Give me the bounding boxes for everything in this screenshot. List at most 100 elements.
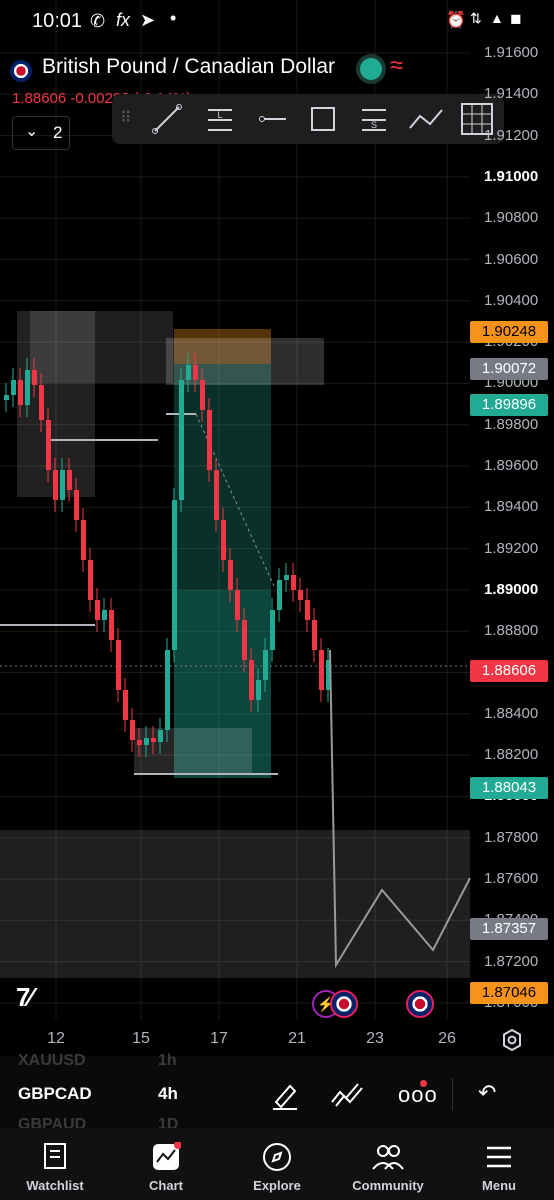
candle-body — [158, 730, 163, 742]
candle-body — [130, 720, 135, 740]
candle-body — [46, 420, 51, 470]
candle-body — [32, 370, 37, 385]
price-axis-label: 1.90800 — [484, 209, 539, 227]
horizontal-ray-icon[interactable] — [258, 104, 288, 134]
candle-body — [102, 610, 107, 620]
tradingview-logo[interactable]: 7⁄ — [16, 982, 33, 1013]
drag-handle-icon[interactable]: ⠿ — [120, 108, 132, 128]
time-axis-label: 12 — [47, 1030, 65, 1047]
candle-body — [123, 690, 128, 720]
candle-body — [319, 650, 324, 690]
compass-icon — [263, 1143, 291, 1171]
short-position-icon[interactable]: S — [358, 104, 390, 134]
time-axis-label: 23 — [366, 1030, 384, 1047]
chart-canvas[interactable] — [0, 0, 554, 1060]
time-axis-label: 17 — [210, 1030, 228, 1047]
drawing-toolbar[interactable]: ⠿ L S — [112, 94, 504, 144]
svg-text:L: L — [217, 110, 222, 120]
more-options-icon[interactable]: ooo — [398, 1082, 438, 1108]
candle-body — [109, 610, 114, 640]
long-position-icon[interactable]: L — [204, 104, 236, 134]
watchlist-symbol[interactable]: GBPCAD — [18, 1084, 92, 1104]
price-axis-label: 1.87200 — [484, 952, 539, 970]
time-axis-label: 26 — [438, 1030, 456, 1047]
nav-watchlist[interactable]: Watchlist — [0, 1136, 110, 1193]
hamburger-icon — [487, 1146, 511, 1168]
settings-gear-icon[interactable] — [500, 1028, 524, 1052]
price-tag: 1.89896 — [470, 393, 548, 416]
layer-count: 2 — [53, 123, 63, 142]
candle-body — [25, 370, 30, 405]
nav-chart[interactable]: Chart — [111, 1136, 221, 1193]
watchlist-interval: 4h — [158, 1084, 178, 1103]
candle-body — [172, 500, 177, 650]
price-axis-label: 1.88200 — [484, 746, 539, 764]
candle-body — [4, 395, 9, 400]
candle-body — [186, 365, 191, 380]
nav-label: Community — [352, 1178, 424, 1193]
pair-title: British Pound / Canadian Dollar — [42, 55, 335, 78]
price-axis-label: 1.89400 — [484, 498, 539, 516]
target-zone[interactable] — [0, 830, 470, 978]
price-tag: 1.87046 — [470, 982, 548, 1005]
candle-body — [39, 385, 44, 420]
watchlist-symbol[interactable]: XAUUSD — [18, 1052, 86, 1070]
candle-body — [18, 380, 23, 405]
undo-icon[interactable]: ↶ — [478, 1080, 496, 1106]
nav-community[interactable]: Community — [333, 1136, 443, 1193]
chart-icon — [153, 1142, 181, 1170]
candle-body — [284, 575, 289, 580]
supply-zone-top[interactable] — [30, 311, 173, 383]
nav-explore[interactable]: Explore — [222, 1136, 332, 1193]
uk-event-icon[interactable] — [330, 990, 358, 1018]
trend-line-icon[interactable] — [152, 104, 182, 134]
candle-body — [228, 560, 233, 590]
price-tag: 1.88606 — [470, 660, 548, 683]
price-tag: 1.87357 — [470, 918, 548, 941]
draw-pen-icon[interactable] — [270, 1080, 300, 1110]
candle-body — [291, 575, 296, 590]
candle-body — [249, 660, 254, 700]
candle-body — [277, 580, 282, 610]
candle-body — [256, 680, 261, 700]
divider — [452, 1078, 453, 1110]
indicators-icon[interactable] — [330, 1080, 364, 1110]
path-icon[interactable] — [408, 104, 444, 134]
nav-label: Chart — [149, 1178, 183, 1193]
candle-body — [298, 590, 303, 600]
candle-body — [242, 620, 247, 660]
price-axis-label: 1.89000 — [484, 580, 539, 598]
data-wave-icon: ≈ — [390, 52, 404, 79]
layers-toggle[interactable]: ⌄ 2 — [12, 116, 70, 150]
watchlist-peek[interactable]: XAUUSD 1h GBPCAD 4h GBPAUD 1D ooo ↶ — [0, 1052, 554, 1133]
price-axis-label: 1.89800 — [484, 415, 539, 433]
candle-body — [88, 560, 93, 600]
candle-body — [179, 380, 184, 500]
candle-body — [67, 470, 72, 490]
candle-body — [270, 610, 275, 650]
price-axis-label: 1.88400 — [484, 704, 539, 722]
candle-body — [263, 650, 268, 680]
price-axis-label: 1.90600 — [484, 250, 539, 268]
candle-body — [144, 738, 149, 745]
candle-body — [95, 600, 100, 620]
candle-body — [81, 520, 86, 560]
time-axis-label: 21 — [288, 1030, 306, 1047]
price-tag: 1.90072 — [470, 357, 548, 380]
demand-zone[interactable] — [134, 728, 252, 774]
candle-body — [60, 470, 65, 500]
price-axis-label: 1.91000 — [484, 167, 539, 185]
price-axis-label: 1.90400 — [484, 291, 539, 309]
rectangle-icon[interactable] — [308, 104, 338, 134]
price-axis-label: 1.91400 — [484, 85, 539, 103]
svg-text:S: S — [371, 120, 377, 130]
notification-dot — [420, 1080, 427, 1087]
uk-event-icon[interactable] — [406, 990, 434, 1018]
price-axis-label: 1.91200 — [484, 126, 539, 144]
candle-body — [312, 620, 317, 650]
nav-label: Watchlist — [26, 1178, 84, 1193]
nav-menu[interactable]: Menu — [444, 1136, 554, 1193]
bottom-navigation[interactable]: Watchlist Chart Explore Community Menu — [0, 1128, 554, 1200]
people-icon — [372, 1145, 404, 1170]
flag-icon — [10, 60, 32, 82]
